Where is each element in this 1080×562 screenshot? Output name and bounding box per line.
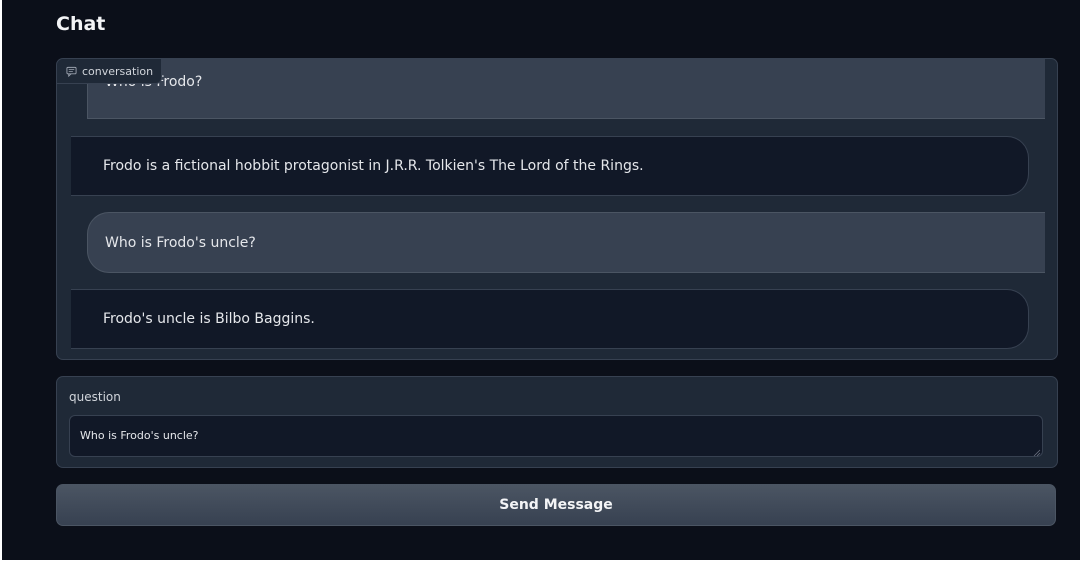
chatbot-label: conversation (57, 59, 163, 84)
question-label: question (69, 390, 121, 404)
question-panel: question Who is Frodo's uncle? (56, 376, 1058, 468)
message-list[interactable]: Who is Frodo? Frodo is a fictional hobbi… (57, 59, 1057, 359)
chat-bubble-icon (66, 66, 77, 77)
chatbot-panel[interactable]: conversation Who is Frodo? Frodo is a fi… (56, 58, 1058, 360)
message-text: Frodo's uncle is Bilbo Baggins. (103, 311, 315, 327)
message-text: Who is Frodo's uncle? (105, 234, 256, 251)
question-input[interactable]: Who is Frodo's uncle? (69, 415, 1043, 457)
user-message: Who is Frodo's uncle? (87, 212, 1045, 273)
app-window: Chat conversation Who is Frodo? Frodo is… (2, 0, 1080, 560)
user-message: Who is Frodo? (87, 59, 1045, 119)
bot-message: Frodo's uncle is Bilbo Baggins. (71, 289, 1029, 349)
page-title: Chat (56, 13, 106, 35)
bot-message: Frodo is a fictional hobbit protagonist … (71, 136, 1029, 196)
message-text: Frodo is a fictional hobbit protagonist … (103, 158, 644, 174)
chatbot-label-text: conversation (82, 64, 154, 78)
send-message-button[interactable]: Send Message (56, 484, 1056, 526)
resize-handle-icon[interactable] (1033, 449, 1041, 457)
